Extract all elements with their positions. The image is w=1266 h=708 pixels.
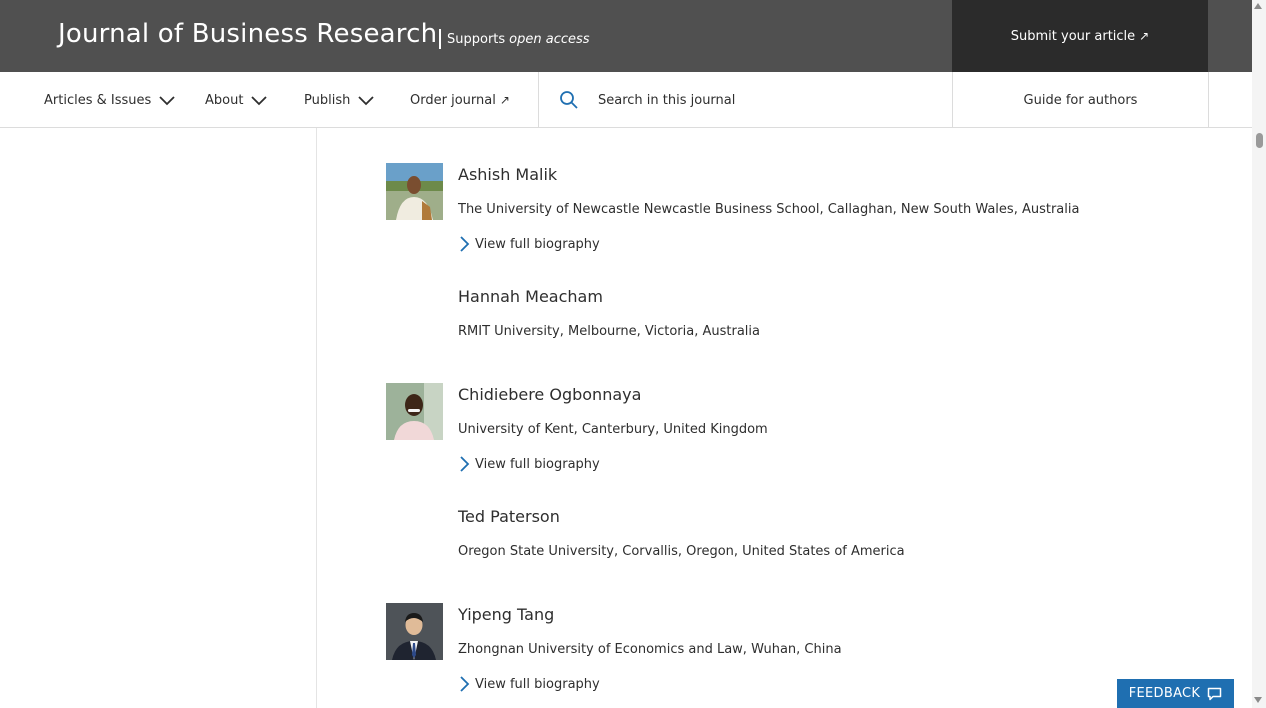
search-icon[interactable] [559,90,579,110]
journal-page: Journal of Business Research Supports op… [0,0,1266,708]
chevron-right-icon [460,236,470,252]
journal-nav: Articles & Issues About Publish Order jo… [0,72,1252,128]
member-affiliation: Zhongnan University of Economics and Law… [458,642,842,657]
member-affiliation: University of Kent, Canterbury, United K… [458,422,768,437]
chat-bubble-icon [1208,687,1222,700]
member-affiliation: The University of Newcastle Newcastle Bu… [458,202,1080,217]
scrollbar-thumb[interactable] [1256,133,1263,148]
submit-article-button[interactable]: Submit your article ↗ [952,0,1208,72]
member-affiliation: Oregon State University, Corvallis, Oreg… [458,544,905,559]
view-biography-label: View full biography [475,676,600,692]
guide-for-authors-link[interactable]: Guide for authors [953,72,1208,128]
scroll-up-arrow-icon[interactable] [1254,3,1262,9]
nav-publish-label: Publish [304,92,351,108]
nav-order-journal[interactable]: Order journal ↗ [410,72,510,128]
feedback-label: FEEDBACK [1128,686,1201,701]
member-name: Hannah Meacham [458,287,603,306]
nav-articles-label: Articles & Issues [44,92,152,108]
chevron-down-icon [159,96,175,106]
member-photo-chidiebere-ogbonnaya [386,383,443,440]
external-link-icon: ↗ [499,93,510,107]
nav-publish[interactable]: Publish [304,72,374,128]
external-link-icon: ↗ [1139,29,1150,43]
vertical-scrollbar[interactable] [1252,0,1266,708]
open-access-emphasis: open access [509,31,590,47]
member-affiliation: RMIT University, Melbourne, Victoria, Au… [458,324,760,339]
member-name: Yipeng Tang [458,605,555,624]
nav-divider [1208,72,1209,128]
nav-about-label: About [205,92,244,108]
member-photo-yipeng-tang [386,603,443,660]
content-divider [316,128,317,708]
nav-articles-issues[interactable]: Articles & Issues [44,72,175,128]
nav-about[interactable]: About [205,72,268,128]
chevron-down-icon [358,96,374,106]
member-name: Chidiebere Ogbonnaya [458,385,642,404]
member-photo-ashish-malik [386,163,443,220]
view-biography-link[interactable]: View full biography [458,236,600,252]
chevron-right-icon [460,676,470,692]
scroll-down-arrow-icon[interactable] [1254,697,1262,703]
chevron-down-icon [251,96,268,106]
open-access-prefix: Supports [447,31,506,47]
member-name: Ashish Malik [458,165,558,184]
view-biography-link[interactable]: View full biography [458,676,600,692]
submit-article-label: Submit your article [1010,28,1136,44]
feedback-button[interactable]: FEEDBACK [1117,679,1234,708]
open-access-tagline: Supports open access [439,29,590,49]
journal-search-input[interactable] [598,88,928,112]
nav-order-label: Order journal [410,92,496,108]
view-biography-link[interactable]: View full biography [458,456,600,472]
view-biography-label: View full biography [475,236,600,252]
view-biography-label: View full biography [475,456,600,472]
guide-for-authors-label: Guide for authors [1023,92,1138,108]
chevron-right-icon [460,456,470,472]
journal-title[interactable]: Journal of Business Research [58,19,437,49]
member-name: Ted Paterson [458,507,560,526]
nav-divider [538,72,539,128]
journal-header: Journal of Business Research Supports op… [0,0,1252,72]
